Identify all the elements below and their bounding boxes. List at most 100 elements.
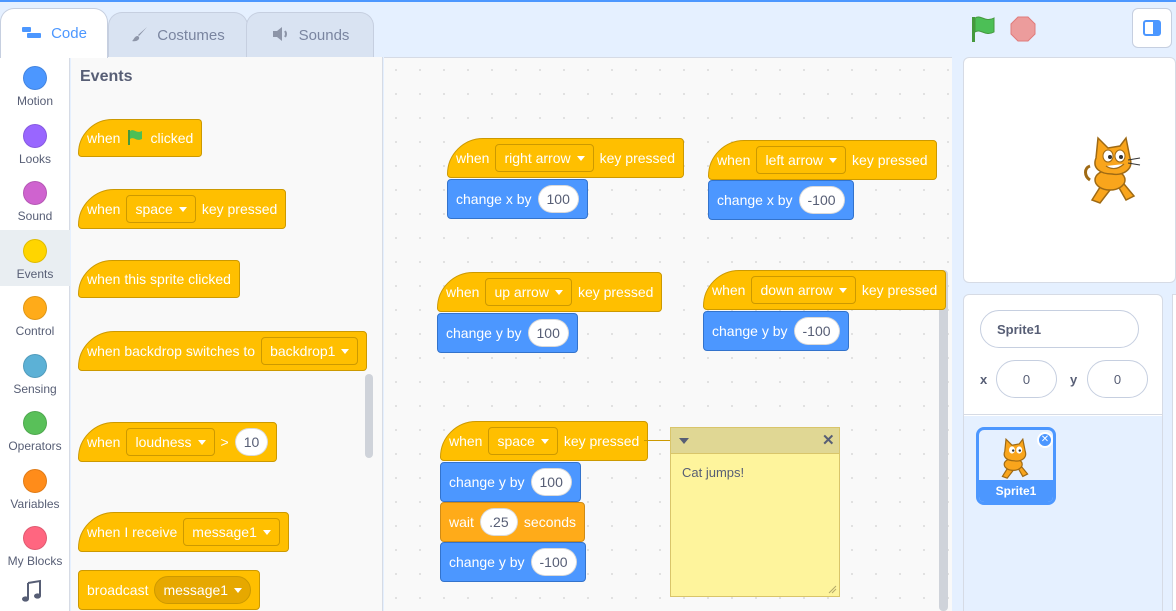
block-text: when [446,284,480,300]
category-sound[interactable]: Sound [0,172,70,228]
stage[interactable] [963,57,1176,283]
when-up-arrow-block[interactable]: when up arrow key pressed [437,255,663,312]
block-text: change y by [712,323,788,339]
when-sprite-clicked-block[interactable]: when this sprite clicked [78,243,240,298]
broadcast-block[interactable]: broadcast message1 [78,570,261,610]
key-dropdown[interactable]: right arrow [495,144,594,172]
music-extension-icon[interactable] [20,579,46,608]
change-y-block[interactable]: change y by -100 [703,311,849,351]
block-text: when [449,433,483,449]
workspace-scrollbar[interactable] [939,270,948,611]
sprite-name-input[interactable]: Sprite1 [980,310,1139,348]
sensor-dropdown[interactable]: loudness [126,428,215,456]
variables-dot-icon [23,469,47,493]
comment-note[interactable]: ✕ Cat jumps! [670,427,840,597]
change-y-block[interactable]: change y by 100 [437,313,578,353]
motion-dot-icon [23,66,47,90]
when-left-arrow-block[interactable]: when left arrow key pressed [708,123,937,180]
close-icon[interactable]: ✕ [822,431,835,449]
block-text: change y by [449,474,525,490]
block-text: when [456,150,490,166]
sprite-thumbnail[interactable]: ✕ Sprite1 [976,427,1056,505]
category-control[interactable]: Control [0,287,70,343]
category-label: Motion [16,94,54,108]
block-text: change x by [717,192,793,208]
when-i-receive-block[interactable]: when I receive message1 [78,495,289,552]
resize-handle-icon[interactable] [827,584,837,594]
green-flag-icon[interactable] [968,14,998,44]
caret-down-icon [178,206,187,212]
speaker-icon [271,26,291,46]
block-text: when [87,434,121,450]
when-key-pressed-block[interactable]: when space key pressed [78,172,287,229]
caret-down-icon [829,157,838,163]
when-backdrop-switches-block[interactable]: when backdrop switches to backdrop1 [78,314,368,371]
change-x-block[interactable]: change x by -100 [708,180,854,220]
category-motion[interactable]: Motion [0,57,70,113]
key-dropdown[interactable]: space [488,427,558,455]
stop-icon[interactable] [1010,16,1036,42]
key-dropdown[interactable]: down arrow [751,276,856,304]
block-text: key pressed [201,201,278,217]
category-sensing[interactable]: Sensing [0,345,70,401]
block-text: when [712,282,746,298]
category-looks[interactable]: Looks [0,115,70,171]
backdrop-dropdown[interactable]: backdrop1 [261,337,359,365]
cat-sprite-icon[interactable] [1082,136,1144,206]
palette-title: Events [80,68,133,85]
palette-scrollbar[interactable] [365,374,373,458]
category-operators[interactable]: Operators [0,402,70,458]
comment-text[interactable]: Cat jumps! [682,465,744,480]
tab-sounds[interactable]: Sounds [246,12,374,58]
collapse-icon[interactable] [679,438,689,444]
category-my-blocks[interactable]: My Blocks [0,517,70,573]
wait-block[interactable]: wait .25 seconds [440,502,586,542]
tab-code[interactable]: Code [0,8,108,58]
when-right-arrow-block[interactable]: when right arrow key pressed [447,121,685,178]
y-position-input[interactable]: 0 [1087,360,1148,398]
key-dropdown[interactable]: left arrow [756,146,847,174]
value-input[interactable]: -100 [793,317,840,345]
tab-costumes[interactable]: Costumes [108,12,248,58]
comment-header[interactable]: ✕ [671,428,839,454]
value-input[interactable]: 100 [537,185,579,213]
stage-pane-edge [1172,294,1176,611]
sprite-thumbnail-label: Sprite1 [979,480,1053,502]
value-input[interactable]: -100 [530,548,577,576]
broadcast-message-dropdown[interactable]: message1 [154,576,252,604]
dropdown-value: backdrop1 [270,343,336,359]
change-y-block[interactable]: change y by -100 [440,542,586,582]
category-menu: Motion Looks Sound Events Control Sensin… [0,57,70,611]
tab-sounds-label: Sounds [298,27,350,44]
stage-layout-button[interactable] [1132,8,1172,48]
caret-down-icon [540,438,549,444]
delete-sprite-icon[interactable]: ✕ [1037,432,1053,448]
caret-down-icon [554,289,563,295]
wait-input[interactable]: .25 [479,508,518,536]
block-text: > [220,434,229,450]
category-events[interactable]: Events [0,230,70,286]
dropdown-value: right arrow [504,150,571,166]
block-text: change x by [456,191,532,207]
events-dot-icon [23,239,47,263]
block-text: key pressed [577,284,654,300]
block-text: seconds [523,514,577,530]
x-position-input[interactable]: 0 [996,360,1057,398]
category-variables[interactable]: Variables [0,460,70,516]
key-dropdown[interactable]: space [126,195,196,223]
change-y-block[interactable]: change y by 100 [440,462,581,502]
caret-down-icon [234,587,243,593]
value-input[interactable]: -100 [798,186,845,214]
loudness-input[interactable]: 10 [234,428,269,456]
value-input[interactable]: 100 [527,319,569,347]
tab-costumes-label: Costumes [157,27,225,44]
value-input[interactable]: 100 [530,468,572,496]
key-dropdown[interactable]: up arrow [485,278,572,306]
when-space-pressed-block[interactable]: when space key pressed [440,404,649,461]
when-flag-clicked-block[interactable]: when clicked [78,102,203,157]
when-loudness-block[interactable]: when loudness > 10 [78,405,278,462]
message-dropdown[interactable]: message1 [183,518,280,546]
change-x-block[interactable]: change x by 100 [447,179,588,219]
control-dot-icon [23,296,47,320]
when-down-arrow-block[interactable]: when down arrow key pressed [703,253,947,310]
